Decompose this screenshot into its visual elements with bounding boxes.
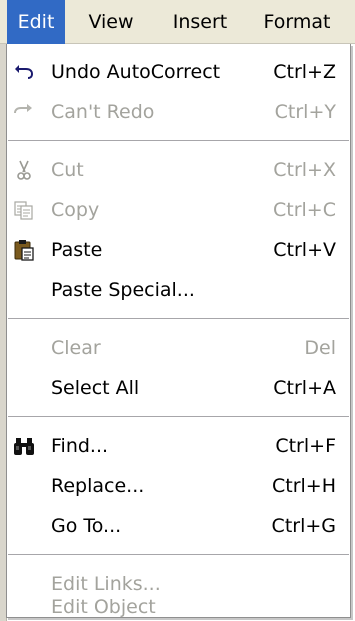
menu-item-shortcut: Ctrl+X [273,159,336,181]
menu-item-label: Edit Object [51,596,156,618]
copy-icon [13,199,35,221]
menu-item-label: Can't Redo [51,101,155,123]
menu-item-copy: Copy Ctrl+C [7,190,350,230]
menu-view[interactable]: View [78,0,144,44]
menu-separator [8,554,349,556]
menu-edit[interactable]: Edit [7,0,65,44]
menu-item-find[interactable]: Find... Ctrl+F [7,426,350,466]
menu-item-shortcut: Ctrl+Y [274,101,336,123]
menu-item-label: Copy [51,199,100,221]
menu-item-label: Select All [51,377,140,399]
menu-bar: Edit View Insert Format [0,0,355,44]
menu-item-shortcut: Ctrl+A [273,377,336,399]
menu-item-label: Go To... [51,515,122,537]
menu-item-shortcut: Ctrl+H [271,475,336,497]
menu-item-shortcut: Ctrl+V [273,239,336,261]
menu-item-go-to[interactable]: Go To... Ctrl+G [7,506,350,546]
menu-item-label: Cut [51,159,84,181]
menu-item-paste-special[interactable]: Paste Special... [7,270,350,310]
menu-item-select-all[interactable]: Select All Ctrl+A [7,368,350,408]
menu-format[interactable]: Format [249,0,345,44]
clipboard-icon [13,239,35,261]
undo-icon [13,61,35,83]
menu-item-paste[interactable]: Paste Ctrl+V [7,230,350,270]
menu-item-shortcut: Ctrl+C [273,199,336,221]
menu-item-replace[interactable]: Replace... Ctrl+H [7,466,350,506]
menu-item-label: Clear [51,337,101,359]
menu-separator [8,416,349,418]
menu-item-cut: Cut Ctrl+X [7,150,350,190]
menu-item-label: Paste Special... [51,279,195,301]
menu-item-label: Paste [51,239,103,261]
menu-item-label: Replace... [51,475,145,497]
menu-item-label: Undo AutoCorrect [51,61,221,83]
menu-item-shortcut: Ctrl+G [271,515,336,537]
menu-separator [8,140,349,142]
menu-item-edit-object: Edit Object [7,597,350,617]
menu-insert[interactable]: Insert [161,0,239,44]
menu-item-undo[interactable]: Undo AutoCorrect Ctrl+Z [7,52,350,92]
menu-item-label: Find... [51,435,109,457]
scissors-icon [13,159,35,181]
menu-item-shortcut: Ctrl+F [275,435,336,457]
redo-icon [13,101,35,123]
menu-item-clear: Clear Del [7,328,350,368]
menu-item-redo: Can't Redo Ctrl+Y [7,92,350,132]
menu-separator [8,318,349,320]
menu-item-shortcut: Del [304,337,336,359]
menu-item-shortcut: Ctrl+Z [273,61,336,83]
binoculars-icon [13,435,35,457]
edit-menu-dropdown: Undo AutoCorrect Ctrl+Z Can't Redo Ctrl+… [6,44,351,618]
